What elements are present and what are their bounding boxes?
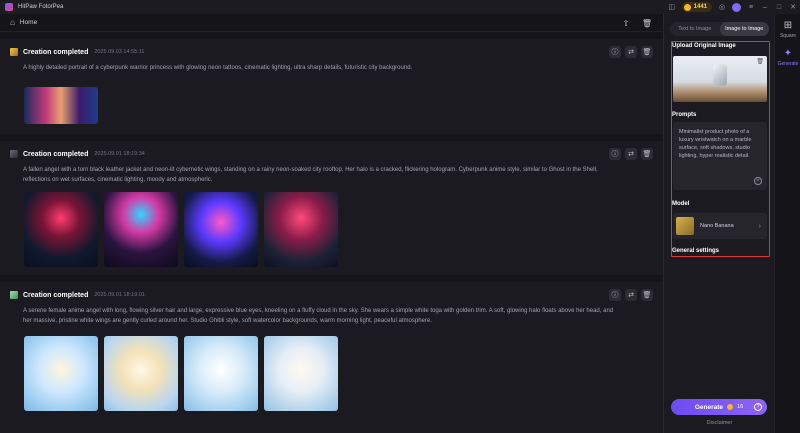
card-title: Creation completed	[23, 48, 89, 56]
delete-icon[interactable]: 🗑	[641, 46, 653, 58]
mode-tabs: Text to Image Image to Image	[670, 22, 769, 36]
avatar[interactable]	[732, 2, 741, 12]
coin-icon	[683, 3, 691, 11]
title-bar-controls: ◫ 1441 ◎ ≡ – □ ✕	[665, 0, 800, 14]
generated-image[interactable]	[24, 87, 98, 124]
info-icon[interactable]: ⓘ	[609, 148, 621, 160]
card-prompt: A highly detailed portrait of a cyberpun…	[23, 65, 413, 71]
creation-thumb-icon	[10, 291, 18, 299]
card-timestamp: 2025.09.03 14:55:11	[94, 49, 145, 55]
menu-icon[interactable]: ≡	[744, 0, 758, 14]
generated-image[interactable]	[24, 336, 98, 411]
info-icon[interactable]: ⓘ	[609, 289, 621, 301]
credits-value: 1441	[693, 4, 707, 10]
regenerate-icon[interactable]: ⇄	[625, 46, 637, 58]
nav-rail: ⊞ Square ✦ Generate	[774, 14, 800, 433]
creation-thumb-icon	[10, 48, 18, 56]
app-logo-icon	[5, 3, 13, 11]
model-name: Nano Banana	[700, 223, 734, 229]
generate-label: Generate	[694, 403, 724, 411]
generated-image[interactable]	[104, 192, 178, 267]
creation-card: Creation completed 2025.09.03 14:55:11 ⓘ…	[0, 39, 663, 134]
tab-image-to-image[interactable]: Image to Image	[719, 22, 769, 36]
card-prompt: A fallen angel with a torn black leather…	[23, 167, 598, 183]
close-icon[interactable]: ✕	[786, 0, 800, 14]
generate-panel: Text to Image Image to Image Upload Orig…	[663, 14, 774, 433]
rail-label: Generate	[777, 61, 799, 67]
generated-image[interactable]	[24, 192, 98, 267]
uploaded-image[interactable]: 🗑	[673, 56, 767, 102]
maximize-icon[interactable]: □	[772, 0, 786, 14]
help-icon[interactable]: ?	[754, 403, 762, 411]
prompt-text: Minimalist product photo of a luxury wri…	[679, 129, 752, 159]
trash-icon[interactable]: 🗑	[641, 17, 653, 29]
generated-image[interactable]	[264, 336, 338, 411]
grid-icon: ⊞	[783, 20, 793, 31]
coupon-icon[interactable]: ◎	[715, 0, 729, 14]
coin-icon	[727, 404, 734, 410]
home-icon[interactable]: ⌂	[10, 18, 15, 27]
prompts-section-label: Prompts	[672, 112, 697, 118]
delete-icon[interactable]: 🗑	[641, 148, 653, 160]
watch-shape	[713, 64, 727, 86]
card-title: Creation completed	[23, 150, 89, 158]
clear-prompt-icon[interactable]: ✕	[754, 177, 762, 185]
gamepad-icon[interactable]: ◫	[665, 0, 679, 14]
rail-label: Square	[779, 33, 797, 39]
generated-image[interactable]	[104, 336, 178, 411]
generated-image[interactable]	[264, 192, 338, 267]
model-section-label: Model	[672, 201, 690, 207]
tab-text-to-image[interactable]: Text to Image	[670, 22, 720, 36]
regenerate-icon[interactable]: ⇄	[625, 289, 637, 301]
regenerate-icon[interactable]: ⇄	[625, 148, 637, 160]
upload-section-label: Upload Original Image	[672, 43, 736, 49]
generated-image[interactable]	[184, 192, 258, 267]
delete-upload-icon[interactable]: 🗑	[756, 58, 764, 65]
app-title: HitPaw FotorPea	[18, 4, 64, 10]
home-label[interactable]: Home	[20, 19, 37, 26]
creation-thumb-icon	[10, 150, 18, 158]
sparkle-icon: ✦	[783, 48, 793, 59]
model-thumbnail	[676, 217, 694, 235]
disclaimer-link[interactable]: Disclaimer	[664, 420, 775, 426]
info-icon[interactable]: ⓘ	[609, 46, 621, 58]
prompt-input[interactable]: Minimalist product photo of a luxury wri…	[673, 122, 767, 190]
model-selector[interactable]: Nano Banana ›	[673, 213, 767, 239]
creation-card: Creation completed 2025.09.01 18:19:01 ⓘ…	[0, 282, 663, 433]
generate-button[interactable]: Generate 16 ?	[671, 399, 767, 415]
minimize-icon[interactable]: –	[758, 0, 772, 14]
chevron-right-icon: ›	[758, 222, 761, 230]
card-timestamp: 2025.09.01 18:19:01	[94, 292, 145, 298]
upload-icon[interactable]: ⇧	[620, 17, 632, 29]
card-title: Creation completed	[23, 291, 89, 299]
delete-icon[interactable]: 🗑	[641, 289, 653, 301]
generate-cost: 16	[737, 404, 744, 410]
general-settings-label[interactable]: General settings	[672, 248, 719, 254]
creation-card: Creation completed 2025.09.01 18:19:34 ⓘ…	[0, 141, 663, 275]
rail-item-square[interactable]: ⊞ Square	[775, 20, 800, 39]
home-header: ⌂ Home ⇧ 🗑	[0, 14, 663, 32]
title-bar: HitPaw FotorPea ◫ 1441 ◎ ≡ – □ ✕	[0, 0, 800, 14]
generated-image[interactable]	[184, 336, 258, 411]
card-prompt: A serene female anime angel with long, f…	[23, 308, 614, 324]
credits-badge[interactable]: 1441	[681, 2, 712, 12]
creation-feed: Creation completed 2025.09.03 14:55:11 ⓘ…	[0, 33, 663, 433]
card-timestamp: 2025.09.01 18:19:34	[94, 151, 145, 157]
rail-item-generate[interactable]: ✦ Generate	[775, 48, 800, 67]
